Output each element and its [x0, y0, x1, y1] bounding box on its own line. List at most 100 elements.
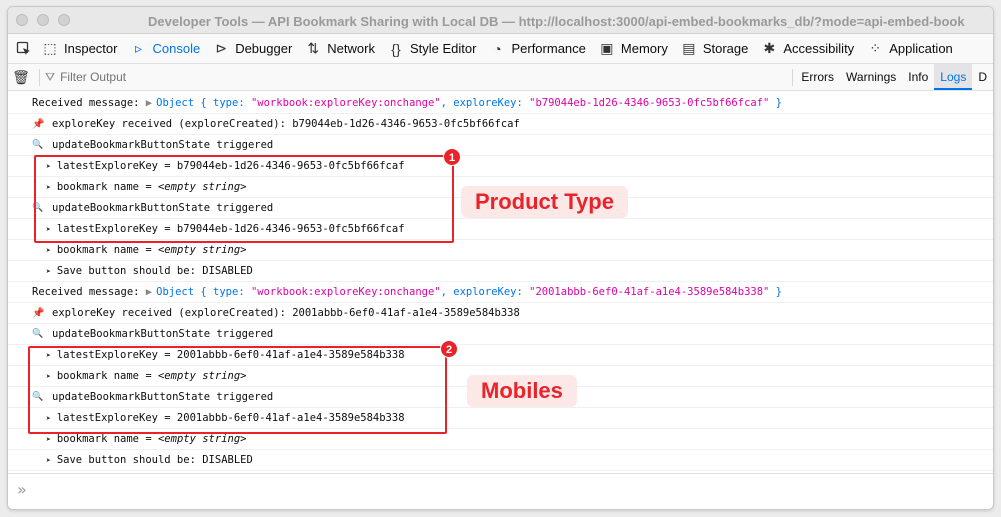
tab-label: Style Editor	[409, 41, 477, 56]
level-filter-warnings[interactable]: Warnings	[840, 64, 902, 90]
devtools-toolbar: ⬚ Inspector ▹ Console ⊳ Debugger ⇅ Network {} Sty…	[8, 34, 993, 64]
log-text: Save button should be: DISABLED	[56, 265, 253, 277]
highlight-box-2	[28, 346, 447, 434]
tab-accessibility[interactable]: ✱ Accessibility	[754, 34, 860, 63]
tab-label: Console	[152, 41, 201, 56]
log-text: exploreKey received (exploreCreated): b7…	[52, 118, 520, 130]
minimize-window-button[interactable]	[37, 14, 49, 26]
tab-console[interactable]: ▹ Console	[123, 34, 206, 63]
console-row: 🔍 updateBookmarkButtonState triggered	[8, 135, 993, 156]
tab-label: Storage	[702, 41, 749, 56]
level-filter-d[interactable]: D	[972, 64, 993, 90]
source-link[interactable]	[989, 435, 993, 445]
tab-label: Application	[889, 41, 953, 56]
tab-label: Debugger	[235, 41, 293, 56]
expand-triangle-icon[interactable]: ▶	[146, 97, 152, 109]
console-row: 📌 exploreKey received (exploreCreated): 2…	[8, 303, 993, 324]
arrow-icon: ➤	[46, 246, 51, 255]
devtools-window: Developer Tools — API Bookmark Sharing w…	[7, 6, 994, 510]
source-link[interactable]	[989, 267, 993, 277]
object-label[interactable]: Object	[156, 286, 194, 298]
application-icon: ⁘	[869, 40, 882, 56]
level-filter-logs[interactable]: Logs	[934, 64, 973, 90]
empty-string-value: <empty string>	[157, 244, 247, 256]
source-link[interactable]	[989, 288, 993, 298]
badge-2: 2	[440, 340, 458, 358]
log-message: exploreKey received (exploreCreated): b7…	[52, 114, 520, 135]
console-row: Received message: ▶ Object { type: "workb…	[8, 93, 993, 114]
log-prefix: Received message:	[32, 97, 140, 109]
source-link[interactable]	[989, 225, 993, 235]
source-link[interactable]	[989, 162, 993, 172]
close-window-button[interactable]	[16, 14, 28, 26]
empty-string-value: <empty string>	[157, 433, 247, 445]
element-picker-icon[interactable]	[13, 34, 35, 63]
callout-mobiles: Mobiles	[467, 375, 577, 407]
log-level-filters: Errors Warnings Info Logs D	[790, 64, 993, 90]
divider	[792, 68, 794, 86]
tab-network[interactable]: ⇅ Network	[298, 34, 381, 63]
log-text: updateBookmarkButtonState triggered	[52, 139, 274, 151]
debugger-icon: ⊳	[215, 40, 228, 56]
source-link[interactable]	[989, 246, 993, 256]
source-link[interactable]	[989, 330, 993, 340]
log-message: exploreKey received (exploreCreated): 20…	[52, 303, 520, 324]
console-row: 🔍 updateBookmarkButtonState triggered	[8, 324, 993, 345]
source-link[interactable]	[989, 141, 993, 151]
source-link[interactable]	[989, 99, 993, 109]
style-editor-icon: {}	[391, 40, 401, 57]
filter-bar: 🗑 ⛛ ErrorsWarningsInfoLogsD	[8, 64, 993, 91]
window-controls	[16, 14, 70, 26]
log-prefix: Received message:	[32, 286, 140, 298]
log-message: ➤ bookmark name = <empty string>	[46, 240, 247, 261]
type-value: "workbook:exploreKey:onchange"	[250, 286, 441, 298]
window-title: Developer Tools — API Bookmark Sharing w…	[148, 14, 965, 29]
tab-label: Inspector	[64, 41, 118, 56]
arrow-icon: ➤	[46, 435, 51, 444]
console-row: 📌 exploreKey received (exploreCreated): b…	[8, 114, 993, 135]
source-link[interactable]	[989, 393, 993, 403]
source-link[interactable]	[989, 120, 993, 130]
object-close: }	[769, 286, 783, 298]
key-value: "b79044eb-1d26-4346-9653-0fc5bf66fcaf"	[529, 97, 770, 109]
log-message: updateBookmarkButtonState triggered	[52, 324, 273, 345]
object-label[interactable]: Object	[156, 97, 194, 109]
log-message: ➤ Save button should be: DISABLED	[46, 450, 253, 471]
source-link[interactable]	[989, 372, 993, 382]
console-row: ➤ Save button should be: DISABLED	[8, 450, 993, 471]
object-open: { type:	[200, 286, 251, 298]
expand-triangle-icon[interactable]: ▶	[146, 286, 152, 298]
level-filter-info[interactable]: Info	[902, 64, 934, 90]
tab-performance[interactable]: ◔ Performance	[482, 34, 591, 63]
tab-application[interactable]: ⁘ Application	[860, 34, 959, 63]
source-link[interactable]	[989, 204, 993, 214]
tab-memory[interactable]: ▣ Memory	[592, 34, 674, 63]
console-row: ➤ Save button should be: DISABLED	[8, 261, 993, 282]
pushpin-icon: 📌	[32, 308, 45, 319]
source-link[interactable]	[989, 351, 993, 361]
arrow-icon: ➤	[46, 267, 51, 276]
tab-label: Network	[327, 41, 375, 56]
magnifier-icon: 🔍	[32, 140, 44, 150]
source-link[interactable]	[989, 183, 993, 193]
console-input[interactable]: »	[8, 473, 993, 509]
zoom-window-button[interactable]	[58, 14, 70, 26]
level-filter-errors[interactable]: Errors	[795, 64, 840, 90]
inspector-icon: ⬚	[43, 40, 57, 56]
filter-output-input[interactable]	[60, 70, 261, 84]
source-link[interactable]	[989, 414, 993, 424]
log-message: ➤ Save button should be: DISABLED	[46, 261, 253, 282]
tab-debugger[interactable]: ⊳ Debugger	[206, 34, 298, 63]
object-close: }	[769, 97, 783, 109]
chevron-double-right-icon: »	[17, 480, 27, 499]
trash-icon[interactable]: 🗑	[8, 69, 34, 86]
source-link[interactable]	[989, 309, 993, 319]
tab-storage[interactable]: ▤ Storage	[674, 34, 755, 63]
log-text: exploreKey received (exploreCreated): 20…	[52, 307, 520, 319]
tab-style-editor[interactable]: {} Style Editor	[381, 34, 482, 63]
log-message: updateBookmarkButtonState triggered	[52, 135, 273, 156]
accessibility-icon: ✱	[763, 40, 776, 56]
console-row: Received message: ▶ Object { type: "workb…	[8, 282, 993, 303]
source-link[interactable]	[989, 456, 993, 466]
tab-inspector[interactable]: ⬚ Inspector	[35, 34, 123, 63]
